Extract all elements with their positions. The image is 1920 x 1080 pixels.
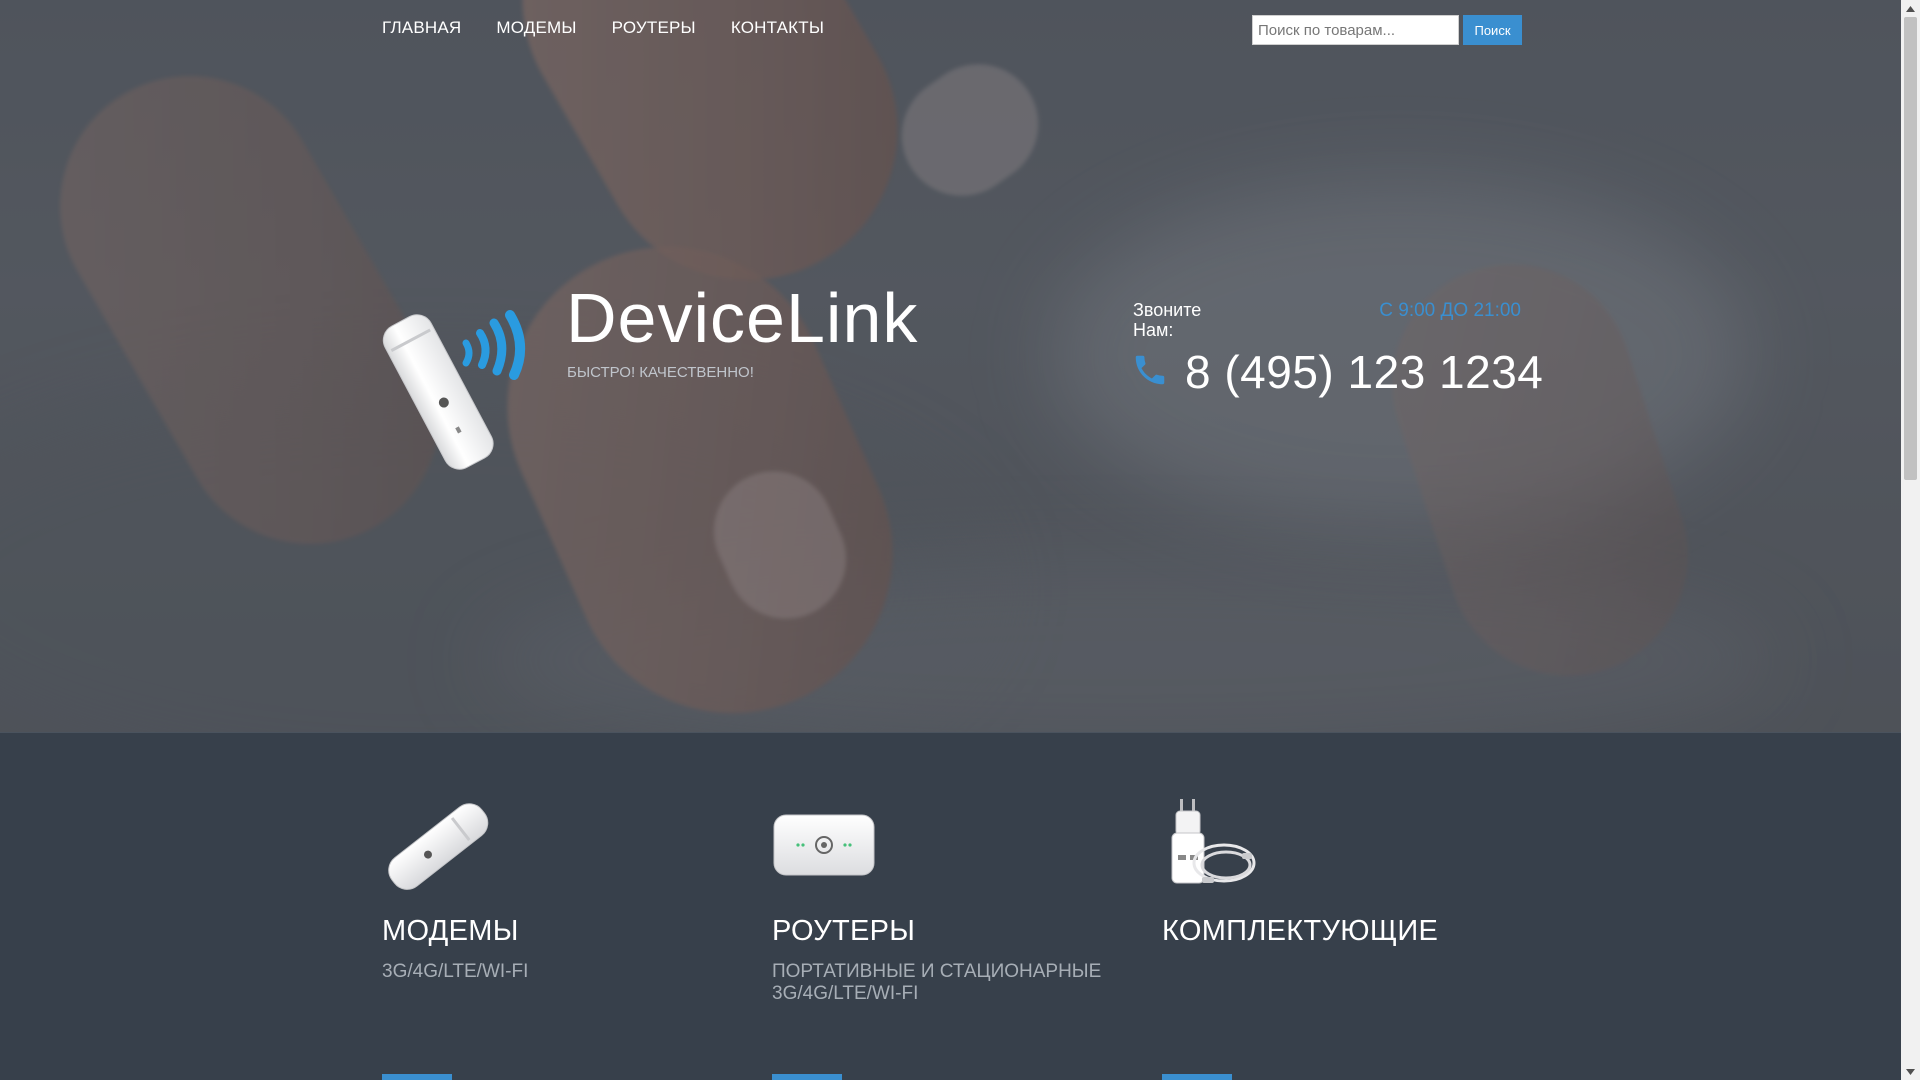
hero-banner: ГЛАВНАЯ МОДЕМЫ РОУТЕРЫ КОНТАКТЫ Поиск по… xyxy=(0,0,1901,732)
category-more-button[interactable] xyxy=(772,1074,842,1080)
scroll-up-arrow-icon[interactable] xyxy=(1901,0,1920,17)
nav-item-contacts[interactable]: КОНТАКТЫ xyxy=(731,18,824,38)
nav-item-home[interactable]: ГЛАВНАЯ xyxy=(382,18,461,38)
pocket-router-image[interactable] xyxy=(772,795,882,895)
search-form: Поиск xyxy=(1252,15,1522,45)
modem-logo-icon[interactable] xyxy=(380,295,540,475)
search-button[interactable]: Поиск xyxy=(1463,15,1522,45)
page-scrollbar[interactable] xyxy=(1901,0,1920,1080)
scrollbar-thumb[interactable] xyxy=(1904,17,1917,480)
categories-section: МОДЕМЫ 3G/4G/LTE/WI-FI РОУТЕРЫ ПОРТАТИВН… xyxy=(0,732,1901,1080)
category-more-button[interactable] xyxy=(382,1074,452,1080)
brand-tagline: БЫСТРО! КАЧЕСТВЕННО! xyxy=(567,364,754,381)
usb-modem-image[interactable] xyxy=(382,795,492,895)
category-title[interactable]: РОУТЕРЫ xyxy=(772,915,915,948)
category-accessories[interactable]: КОМПЛЕКТУЮЩИЕ xyxy=(1162,795,1512,1080)
charger-cable-image[interactable] xyxy=(1162,795,1272,895)
nav-item-modems[interactable]: МОДЕМЫ xyxy=(496,18,576,38)
brand-name[interactable]: DeviceLink xyxy=(566,283,918,353)
category-subtitle: 3G/4G/LTE/WI-FI xyxy=(382,961,529,982)
page: ГЛАВНАЯ МОДЕМЫ РОУТЕРЫ КОНТАКТЫ Поиск по… xyxy=(0,0,1901,1080)
phone-number[interactable]: 8 (495) 123 1234 xyxy=(1185,345,1543,399)
category-title[interactable]: КОМПЛЕКТУЮЩИЕ xyxy=(1162,915,1438,948)
category-title[interactable]: МОДЕМЫ xyxy=(382,915,519,948)
phone-icon xyxy=(1135,355,1165,385)
main-nav: ГЛАВНАЯ МОДЕМЫ РОУТЕРЫ КОНТАКТЫ xyxy=(382,16,859,40)
category-more-button[interactable] xyxy=(1162,1074,1232,1080)
category-modems[interactable]: МОДЕМЫ 3G/4G/LTE/WI-FI xyxy=(382,795,732,1080)
working-hours: С 9:00 ДО 21:00 xyxy=(1379,300,1521,321)
category-routers[interactable]: РОУТЕРЫ ПОРТАТИВНЫЕ И СТАЦИОНАРНЫЕ 3G/4G… xyxy=(772,795,1122,1080)
search-input[interactable] xyxy=(1252,15,1459,45)
scroll-down-arrow-icon[interactable] xyxy=(1901,1063,1920,1080)
call-us-label: Звоните Нам: xyxy=(1133,300,1202,340)
category-subtitle: ПОРТАТИВНЫЕ И СТАЦИОНАРНЫЕ 3G/4G/LTE/WI-… xyxy=(772,961,1102,1004)
nav-item-routers[interactable]: РОУТЕРЫ xyxy=(612,18,696,38)
hero-overlay xyxy=(0,0,1901,732)
